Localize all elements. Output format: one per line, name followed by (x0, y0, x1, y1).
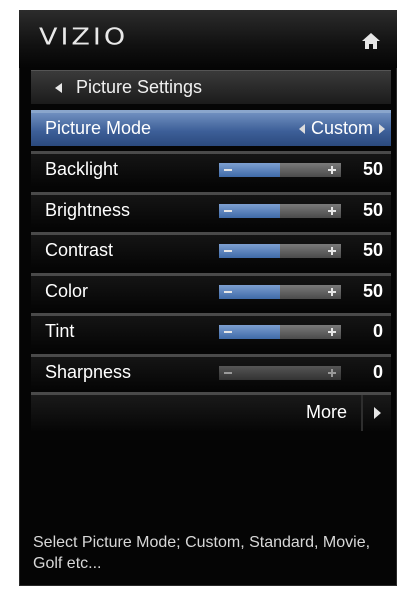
setting-label: Brightness (45, 200, 131, 220)
setting-row-sharpness[interactable]: Sharpness 0 (31, 354, 391, 390)
plus-icon[interactable] (328, 288, 336, 296)
plus-icon[interactable] (328, 247, 336, 255)
breadcrumb-back[interactable]: Picture Settings (31, 70, 391, 104)
vizio-logo: VIZIO (39, 24, 129, 51)
setting-label: Contrast (45, 240, 114, 260)
setting-label: Color (45, 281, 89, 301)
setting-slider[interactable] (219, 325, 341, 339)
page-title: Picture Settings (76, 77, 203, 97)
chevron-left-icon[interactable] (298, 123, 305, 134)
minus-icon[interactable] (224, 250, 232, 252)
setting-row-contrast[interactable]: Contrast 50 (31, 232, 391, 268)
setting-value: 50 (362, 159, 383, 179)
minus-icon[interactable] (224, 169, 232, 171)
setting-label: Sharpness (45, 362, 132, 382)
setting-slider[interactable] (219, 285, 341, 299)
plus-icon[interactable] (328, 207, 336, 215)
setting-slider[interactable] (219, 244, 341, 258)
setting-row-tint[interactable]: Tint 0 (31, 313, 391, 349)
setting-slider[interactable] (219, 163, 341, 177)
setting-value: 0 (372, 321, 383, 341)
setting-value: 0 (372, 362, 383, 382)
setting-row-brightness[interactable]: Brightness 50 (31, 192, 391, 228)
setting-value: 50 (362, 240, 383, 260)
chevron-right-icon[interactable] (379, 123, 385, 134)
chevron-right-icon[interactable] (374, 407, 381, 419)
setting-label: Backlight (45, 159, 119, 179)
more-button[interactable]: More (31, 392, 391, 431)
picture-mode-selector[interactable]: Custom (298, 118, 385, 139)
minus-icon[interactable] (224, 291, 232, 293)
back-arrow-icon[interactable] (55, 82, 62, 93)
setting-slider[interactable] (219, 366, 341, 380)
setting-row-backlight[interactable]: Backlight 50 (31, 151, 391, 187)
plus-icon[interactable] (328, 166, 336, 174)
home-icon[interactable] (361, 32, 381, 50)
setting-label: Tint (45, 321, 75, 341)
tv-menu-panel: VIZIO Picture Settings Picture Mode Cust… (19, 10, 397, 586)
picture-mode-row[interactable]: Picture Mode Custom (31, 110, 391, 146)
more-label: More (305, 402, 347, 422)
plus-icon[interactable] (328, 369, 336, 377)
plus-icon[interactable] (328, 328, 336, 336)
minus-icon[interactable] (224, 331, 232, 333)
help-text: Select Picture Mode; Custom, Standard, M… (33, 534, 371, 572)
picture-mode-label: Picture Mode (45, 118, 152, 138)
divider (361, 395, 363, 431)
setting-value: 50 (362, 281, 383, 301)
picture-mode-value: Custom (310, 118, 373, 138)
minus-icon[interactable] (224, 372, 232, 374)
top-bar: VIZIO (19, 10, 397, 68)
setting-value: 50 (362, 200, 383, 220)
setting-slider[interactable] (219, 204, 341, 218)
setting-row-color[interactable]: Color 50 (31, 273, 391, 309)
minus-icon[interactable] (224, 210, 232, 212)
